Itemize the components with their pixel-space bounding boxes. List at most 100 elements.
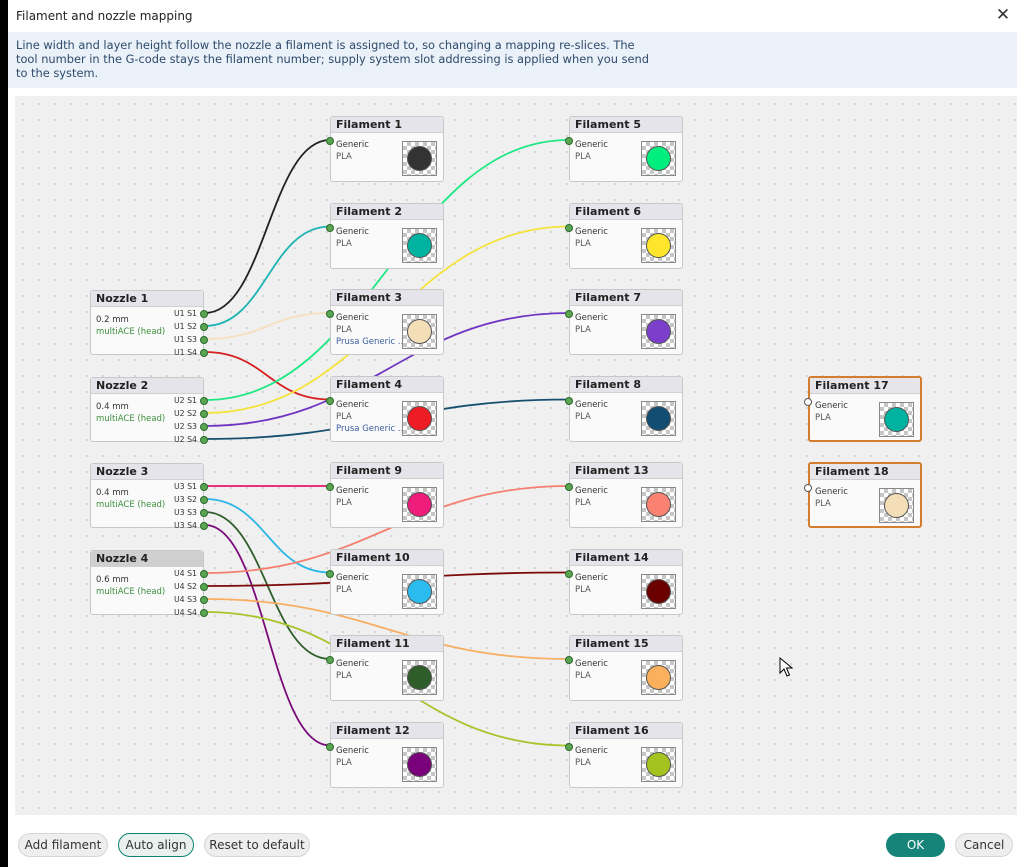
filament-node[interactable]: Filament 7 Generic PLA — [565, 289, 683, 355]
cancel-button[interactable]: Cancel — [955, 833, 1013, 857]
input-port[interactable] — [326, 223, 334, 232]
filament-node[interactable]: Filament 11 Generic PLA — [326, 635, 444, 701]
color-swatch[interactable] — [402, 400, 437, 436]
color-swatch[interactable] — [402, 141, 437, 176]
color-swatch[interactable] — [641, 573, 676, 609]
input-port[interactable] — [565, 483, 573, 491]
filament-material: PLA — [575, 411, 591, 422]
color-swatch[interactable] — [641, 746, 676, 782]
color-swatch[interactable] — [879, 402, 914, 437]
filament-material: PLA — [336, 238, 352, 249]
add-filament-button[interactable]: Add filament — [18, 833, 108, 857]
color-swatch[interactable] — [402, 660, 437, 695]
input-port[interactable] — [565, 223, 573, 232]
input-port[interactable] — [326, 569, 334, 578]
nozzle-node[interactable]: Nozzle 1 0.2 mm multiACE (head) U1 S1 U1 S2 U… — [90, 290, 208, 357]
filament-node[interactable]: Filament 13 Generic PLA — [565, 462, 683, 528]
color-swatch[interactable] — [641, 400, 676, 436]
auto-align-button[interactable]: Auto align — [118, 833, 194, 857]
nozzle-size: 0.6 mm — [96, 575, 129, 585]
input-port[interactable] — [565, 137, 573, 145]
output-port[interactable] — [200, 522, 208, 530]
filament-node[interactable]: Filament 2 Generic PLA — [326, 202, 444, 269]
nozzle-source: multiACE (head) — [96, 414, 166, 424]
filament-node[interactable]: Filament 15 Generic PLA — [565, 635, 683, 701]
input-port[interactable] — [804, 484, 812, 492]
input-port[interactable] — [804, 398, 812, 406]
color-dot — [407, 492, 432, 517]
filament-node[interactable]: Filament 16 Generic PLA — [565, 721, 683, 788]
input-port[interactable] — [565, 396, 573, 405]
color-swatch[interactable] — [402, 573, 437, 609]
output-port[interactable] — [200, 496, 208, 504]
input-port[interactable] — [565, 742, 573, 751]
filament-node[interactable]: Filament 8 Generic PLA — [565, 375, 683, 442]
output-port[interactable] — [200, 436, 208, 444]
filament-node[interactable]: Filament 3 Generic PLA Prusa Generic ... — [326, 289, 444, 355]
input-port[interactable] — [326, 656, 334, 664]
filament-vendor: Generic — [336, 140, 369, 150]
input-port[interactable] — [565, 310, 573, 318]
filament-material: PLA — [575, 584, 591, 595]
connection-wires — [204, 139, 570, 747]
nozzle-source: multiACE (head) — [96, 500, 166, 510]
input-port[interactable] — [326, 483, 334, 491]
nozzle-node[interactable]: Nozzle 2 0.4 mm multiACE (head) U2 S1 U2 S2 U… — [90, 377, 208, 444]
ok-button[interactable]: OK — [886, 833, 945, 857]
mapping-canvas[interactable]: Nozzle 1 0.2 mm multiACE (head) U1 S1 U1 S2 U… — [15, 96, 1017, 815]
color-swatch[interactable] — [641, 487, 676, 522]
reset-to-default-button[interactable]: Reset to default — [204, 833, 310, 857]
filament-node[interactable]: Filament 5 Generic PLA — [565, 116, 683, 182]
connection-wire[interactable] — [204, 351, 331, 401]
output-port[interactable] — [200, 609, 208, 617]
output-port[interactable] — [200, 596, 208, 604]
filament-node[interactable]: Filament 6 Generic PLA — [565, 202, 683, 269]
input-port[interactable] — [565, 569, 573, 578]
color-swatch[interactable] — [879, 488, 914, 523]
output-port[interactable] — [200, 310, 208, 318]
output-port[interactable] — [200, 336, 208, 344]
nozzle-node[interactable]: Nozzle 4 0.6 mm multiACE (head) U4 S1 U4 S2 U… — [90, 550, 208, 617]
connection-wire[interactable] — [204, 139, 331, 314]
filament-node[interactable]: Filament 17 Generic PLA — [804, 376, 922, 442]
input-port[interactable] — [326, 310, 334, 318]
output-port[interactable] — [200, 570, 208, 578]
output-port[interactable] — [200, 509, 208, 517]
output-port[interactable] — [200, 483, 208, 491]
connection-wire[interactable] — [204, 225, 331, 327]
nozzle-size: 0.4 mm — [96, 488, 129, 498]
output-port[interactable] — [200, 410, 208, 418]
input-port[interactable] — [326, 137, 334, 145]
filament-node[interactable]: Filament 12 Generic PLA — [326, 721, 444, 788]
filament-node[interactable]: Filament 18 Generic PLA — [804, 462, 922, 528]
color-dot — [646, 232, 671, 258]
color-swatch[interactable] — [641, 227, 676, 263]
color-swatch[interactable] — [641, 314, 676, 349]
color-swatch[interactable] — [402, 227, 437, 263]
output-port[interactable] — [200, 423, 208, 431]
connection-wire[interactable] — [204, 498, 331, 574]
color-swatch[interactable] — [641, 141, 676, 176]
color-dot — [407, 319, 432, 344]
output-port[interactable] — [200, 583, 208, 591]
close-icon[interactable]: ✕ — [993, 5, 1013, 25]
output-port[interactable] — [200, 349, 208, 357]
color-swatch[interactable] — [402, 314, 437, 349]
color-swatch[interactable] — [402, 487, 437, 522]
filament-node[interactable]: Filament 1 Generic PLA — [326, 116, 444, 182]
filament-node[interactable]: Filament 14 Generic PLA — [565, 548, 683, 615]
nozzle-node[interactable]: Nozzle 3 0.4 mm multiACE (head) U3 S1 U3 S2 U… — [90, 463, 208, 530]
output-port[interactable] — [200, 397, 208, 405]
filament-node[interactable]: Filament 10 Generic PLA — [326, 548, 444, 615]
input-port[interactable] — [565, 656, 573, 664]
filament-vendor: Generic — [336, 226, 369, 237]
input-port[interactable] — [326, 396, 334, 405]
color-swatch[interactable] — [641, 660, 676, 695]
filament-node[interactable]: Filament 4 Generic PLA Prusa Generic ... — [326, 375, 444, 442]
filament-node[interactable]: Filament 9 Generic PLA — [326, 462, 444, 528]
connection-wire[interactable] — [204, 312, 331, 340]
output-port[interactable] — [200, 323, 208, 331]
color-dot — [407, 578, 432, 604]
input-port[interactable] — [326, 742, 334, 751]
color-swatch[interactable] — [402, 746, 437, 782]
